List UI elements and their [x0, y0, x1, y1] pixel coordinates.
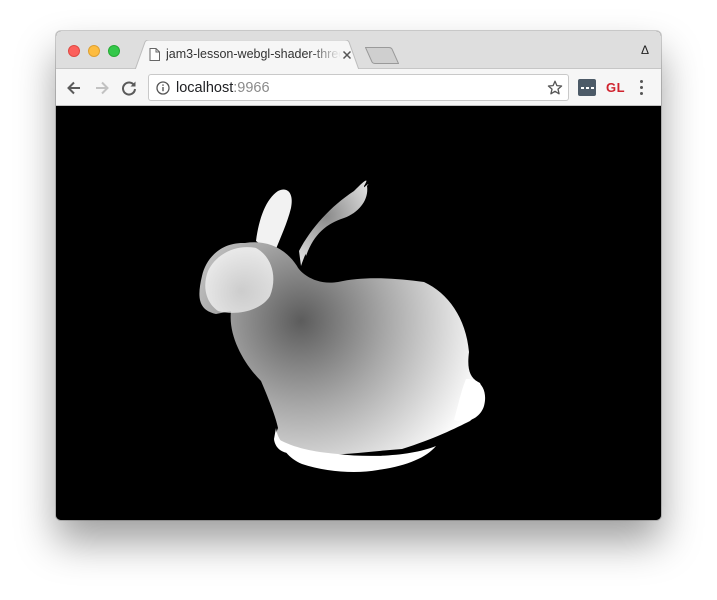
webgl-canvas[interactable] [56, 106, 661, 520]
url-host: localhost [176, 80, 234, 96]
window-minimize-button[interactable] [88, 45, 100, 57]
address-bar[interactable]: localhost:9966 [148, 74, 569, 101]
profile-button[interactable]: Δ [641, 43, 649, 57]
window-close-button[interactable] [68, 45, 80, 57]
reload-icon[interactable] [120, 79, 138, 97]
file-icon [149, 48, 160, 61]
new-tab-button[interactable] [365, 47, 399, 64]
bookmark-star-icon[interactable] [547, 80, 563, 96]
toolbar: localhost:9966 GL [56, 69, 661, 106]
webgl-extension-button[interactable]: GL [606, 80, 625, 95]
tab-title: jam3-lesson-webgl-shader-three [166, 47, 341, 61]
tab-strip: jam3-lesson-webgl-shader-three Δ [56, 31, 661, 70]
extension-ellipsis-icon[interactable] [578, 79, 596, 96]
browser-menu-icon[interactable] [638, 80, 644, 96]
url-text[interactable]: localhost:9966 [176, 80, 270, 96]
forward-arrow-icon[interactable] [93, 79, 111, 97]
bunny-render [199, 180, 486, 472]
info-icon[interactable] [156, 81, 170, 95]
url-port: :9966 [233, 80, 270, 96]
bunny-front-ear [299, 180, 367, 266]
tab-close-icon[interactable] [341, 49, 353, 61]
tab-active[interactable]: jam3-lesson-webgl-shader-three [135, 40, 359, 70]
browser-window: jam3-lesson-webgl-shader-three Δ localho… [56, 31, 661, 520]
back-arrow-icon[interactable] [65, 79, 83, 97]
window-zoom-button[interactable] [108, 45, 120, 57]
